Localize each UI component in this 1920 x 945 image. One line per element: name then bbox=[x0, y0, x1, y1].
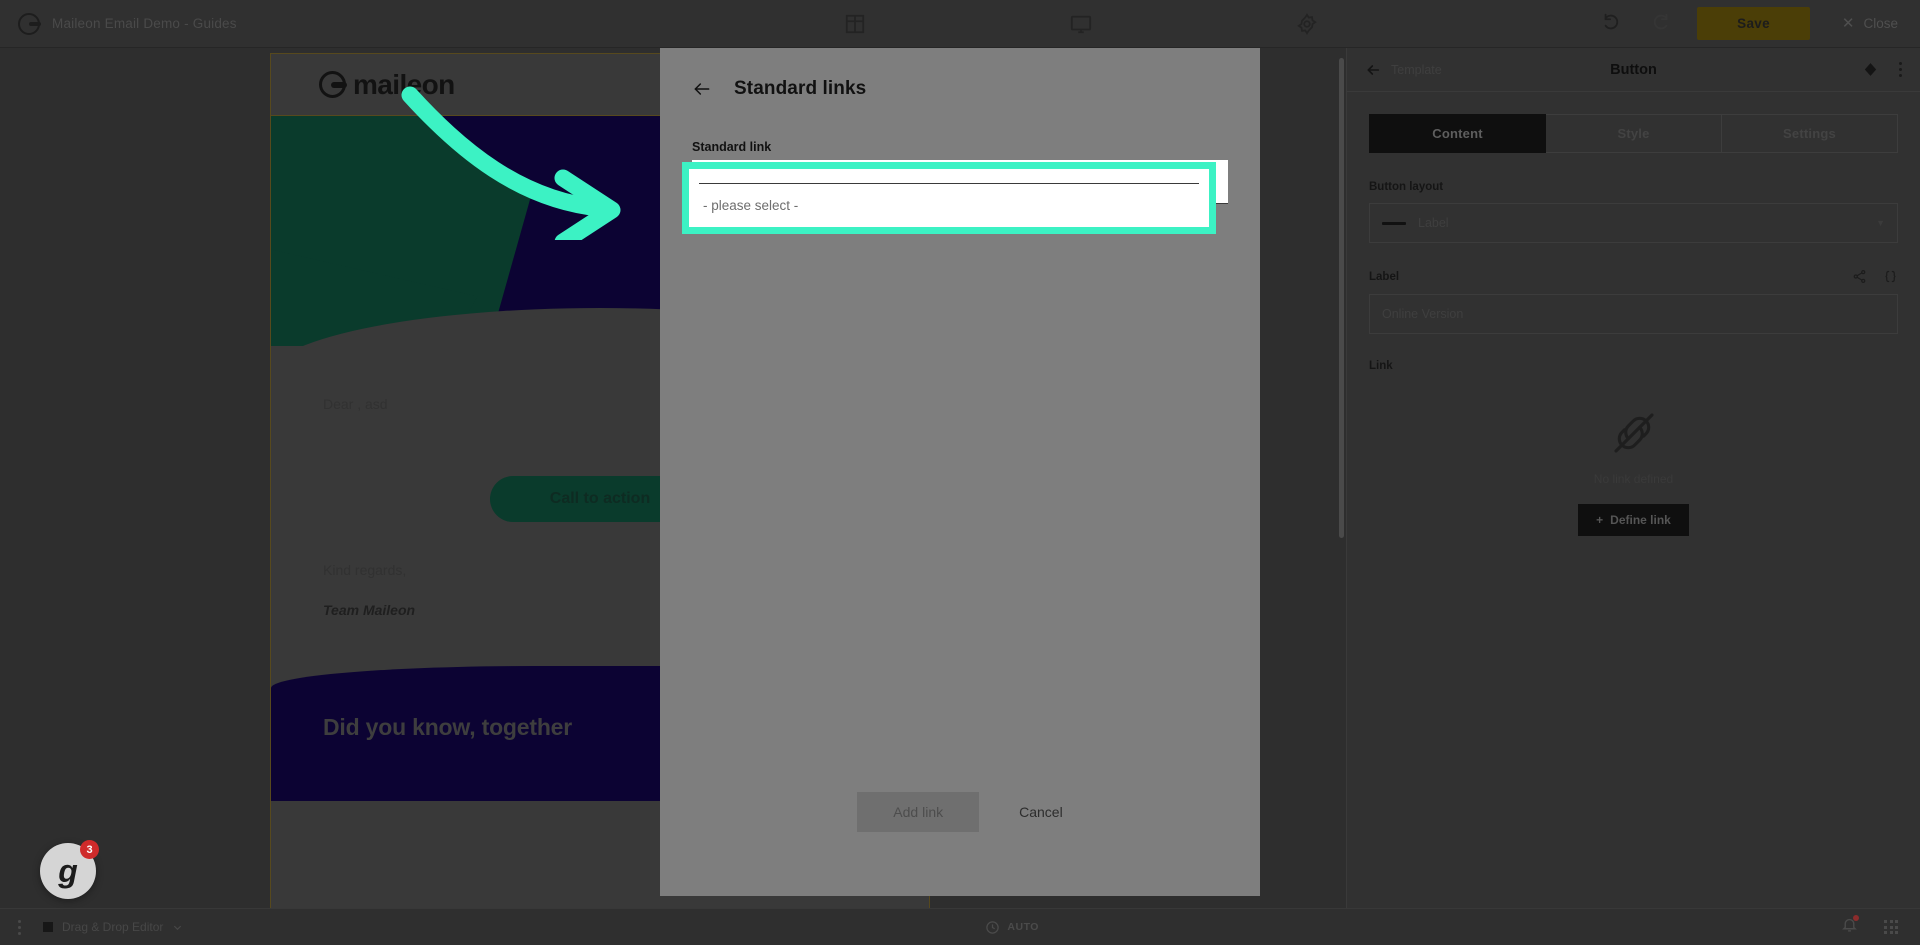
close-label: Close bbox=[1863, 16, 1898, 31]
link-empty-text: No link defined bbox=[1593, 472, 1674, 486]
label-section-label: Label bbox=[1369, 270, 1400, 283]
autosave-indicator: AUTO bbox=[183, 920, 1841, 935]
panel-breadcrumb: Template bbox=[1391, 62, 1442, 77]
tab-style[interactable]: Style bbox=[1546, 114, 1722, 153]
notifications-bell-icon[interactable] bbox=[1841, 915, 1859, 938]
document-title: Maileon Email Demo - Guides bbox=[52, 16, 237, 31]
panel-content: Button layout Label ▼ Label Online Versi… bbox=[1347, 153, 1920, 536]
panel-header: Template Button bbox=[1347, 48, 1920, 92]
close-button[interactable]: ✕ Close bbox=[1832, 16, 1898, 31]
link-section-label: Link bbox=[1369, 360, 1393, 372]
code-braces-icon[interactable] bbox=[1883, 269, 1898, 284]
canvas-scrollbar[interactable] bbox=[1339, 58, 1344, 538]
broken-link-icon bbox=[1369, 406, 1898, 460]
label-input[interactable]: Online Version bbox=[1369, 294, 1898, 334]
close-x-icon: ✕ bbox=[1841, 15, 1855, 32]
apps-grid-icon[interactable] bbox=[1884, 920, 1898, 934]
editor-mode-icon bbox=[43, 922, 53, 932]
theme-diamond-icon[interactable] bbox=[1862, 61, 1879, 78]
cancel-button[interactable]: Cancel bbox=[1019, 804, 1063, 820]
more-vertical-icon[interactable] bbox=[18, 919, 21, 935]
tab-settings[interactable]: Settings bbox=[1722, 114, 1898, 153]
top-toolbar: Maileon Email Demo - Guides Save ✕ Close bbox=[0, 0, 1920, 48]
arrow-left-icon bbox=[694, 83, 710, 95]
bottom-left-group: Drag & Drop Editor bbox=[0, 919, 183, 935]
panel-header-actions bbox=[1862, 61, 1902, 78]
modal-actions: Add link Cancel bbox=[660, 792, 1260, 896]
save-button[interactable]: Save bbox=[1697, 7, 1810, 40]
editor-mode-label: Drag & Drop Editor bbox=[62, 920, 164, 934]
modal-title: Standard links bbox=[734, 78, 867, 99]
standard-link-label: Standard link bbox=[692, 140, 772, 154]
select-underline bbox=[699, 182, 1199, 185]
guides-widget-letter: g bbox=[58, 853, 78, 889]
select-highlight-content[interactable]: - please select - bbox=[689, 169, 1209, 227]
settings-gear-icon[interactable] bbox=[1294, 11, 1320, 37]
app-root: Maileon Email Demo - Guides Save ✕ Close… bbox=[0, 0, 1920, 945]
layout-dash-icon bbox=[1382, 221, 1406, 225]
button-layout-value: Label bbox=[1418, 216, 1449, 230]
bottom-right-group bbox=[1841, 915, 1920, 938]
editor-mode-selector[interactable]: Drag & Drop Editor bbox=[43, 920, 183, 934]
plus-icon: + bbox=[1596, 513, 1604, 527]
panel-tabs: Content Style Settings bbox=[1369, 114, 1898, 153]
personalization-icon[interactable] bbox=[1852, 269, 1867, 284]
autosave-clock-icon bbox=[986, 920, 1000, 934]
modal-back-button[interactable] bbox=[692, 79, 712, 99]
link-empty-state: No link defined + Define link bbox=[1369, 382, 1898, 536]
maileon-mark-icon bbox=[319, 71, 347, 98]
autosave-label: AUTO bbox=[1007, 921, 1039, 933]
properties-panel: Template Button Content Style Settings B… bbox=[1346, 48, 1920, 908]
email-brand-logo: maileon bbox=[319, 69, 455, 101]
add-link-button[interactable]: Add link bbox=[857, 792, 980, 832]
chevron-down-icon bbox=[174, 925, 182, 930]
notification-badge bbox=[1853, 915, 1859, 921]
undo-icon[interactable] bbox=[1601, 11, 1627, 37]
select-placeholder-text: - please select - bbox=[703, 198, 799, 214]
guides-widget-button[interactable]: g 3 bbox=[40, 840, 99, 899]
label-section-header: Label bbox=[1369, 269, 1898, 284]
panel-back-button[interactable]: Template bbox=[1365, 62, 1442, 78]
desktop-preview-icon[interactable] bbox=[1068, 11, 1094, 37]
button-layout-select[interactable]: Label ▼ bbox=[1369, 203, 1898, 243]
toolbar-left-group: Maileon Email Demo - Guides bbox=[0, 12, 560, 35]
button-layout-label: Button layout bbox=[1369, 181, 1444, 193]
define-link-button[interactable]: + Define link bbox=[1578, 504, 1689, 536]
guides-widget-count: 3 bbox=[80, 840, 99, 859]
arrow-left-icon bbox=[1367, 64, 1380, 75]
modal-header: Standard links bbox=[660, 48, 1260, 100]
more-vertical-icon[interactable] bbox=[1899, 62, 1902, 77]
maileon-logo-icon bbox=[18, 12, 41, 35]
toolbar-right-group: Save ✕ Close bbox=[1601, 7, 1920, 40]
bottom-bar: Drag & Drop Editor AUTO bbox=[0, 908, 1920, 945]
redo-icon[interactable] bbox=[1649, 11, 1675, 37]
tab-content[interactable]: Content bbox=[1369, 114, 1546, 153]
toolbar-center-group bbox=[560, 11, 1601, 37]
layout-grid-icon[interactable] bbox=[842, 11, 868, 37]
label-section-icons bbox=[1852, 269, 1898, 284]
chevron-down-icon: ▼ bbox=[1876, 218, 1885, 228]
define-link-label: Define link bbox=[1610, 513, 1671, 527]
email-logo-word: maileon bbox=[353, 68, 455, 100]
